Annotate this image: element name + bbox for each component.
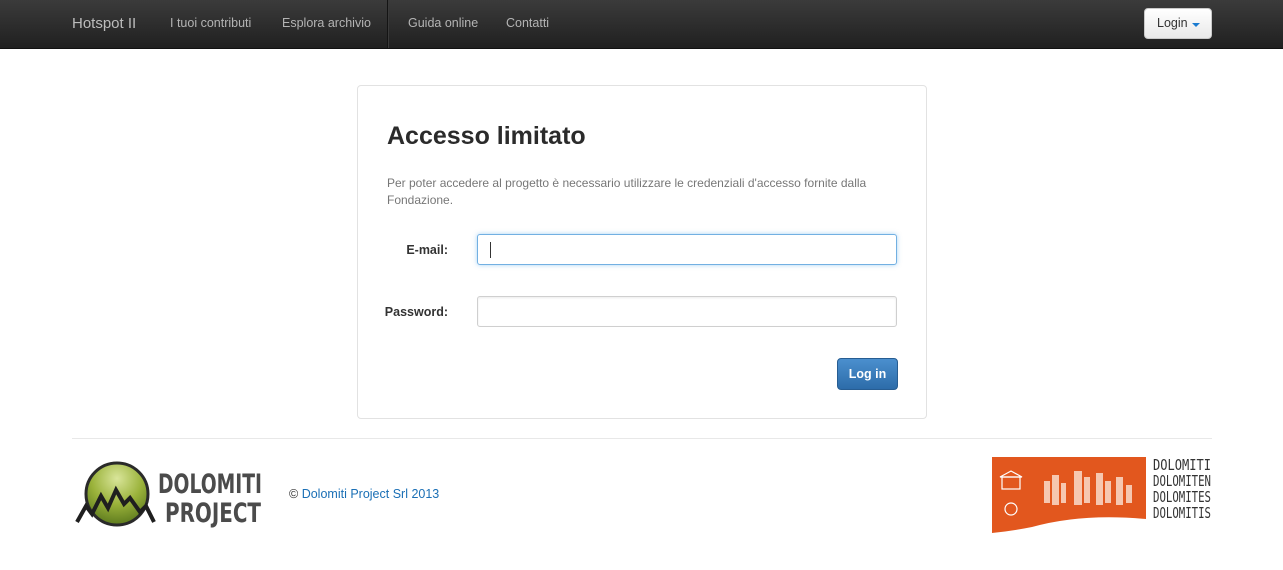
dolomiti-project-logo: DOLOMITI PROJECT [75,461,262,529]
nav-link-archivio[interactable]: Esplora archivio [282,16,371,30]
login-description: Per poter accedere al progetto è necessa… [387,176,867,207]
logo-word-dolomiti: DOLOMITI [158,469,262,500]
nav-divider [387,0,388,48]
copyright-symbol: © [289,487,299,501]
password-field[interactable] [477,296,897,327]
login-card: Accesso limitato Per poter accedere al p… [357,85,927,419]
logo-word-project: PROJECT [165,498,261,529]
brand-link[interactable]: Hotspot II [72,15,136,32]
copyright-notice: © Dolomiti Project Srl 2013 [289,487,439,501]
nav-link-contatti[interactable]: Contatti [506,16,549,30]
login-dropdown-button[interactable]: Login [1144,8,1212,39]
email-field[interactable] [477,234,897,265]
page-title: Accesso limitato [387,122,586,150]
logo-word-dolomitis: DOLOMITIS [1153,504,1211,522]
caret-down-icon [1192,23,1200,27]
nav-link-contributi[interactable]: I tuoi contributi [170,16,251,30]
nav-link-guida[interactable]: Guida online [408,16,478,30]
footer-divider [72,438,1212,439]
text-cursor [490,242,491,258]
top-navbar: Hotspot II I tuoi contributi Esplora arc… [0,0,1283,49]
login-submit-button[interactable]: Log in [837,358,898,390]
unesco-dolomiti-logo: DOLOMITI DOLOMITEN DOLOMITES DOLOMITIS [992,457,1211,533]
password-label: Password: [384,305,448,319]
copyright-link[interactable]: Dolomiti Project Srl 2013 [302,487,440,501]
login-label: Login [1157,16,1188,30]
email-label: E-mail: [406,243,448,257]
